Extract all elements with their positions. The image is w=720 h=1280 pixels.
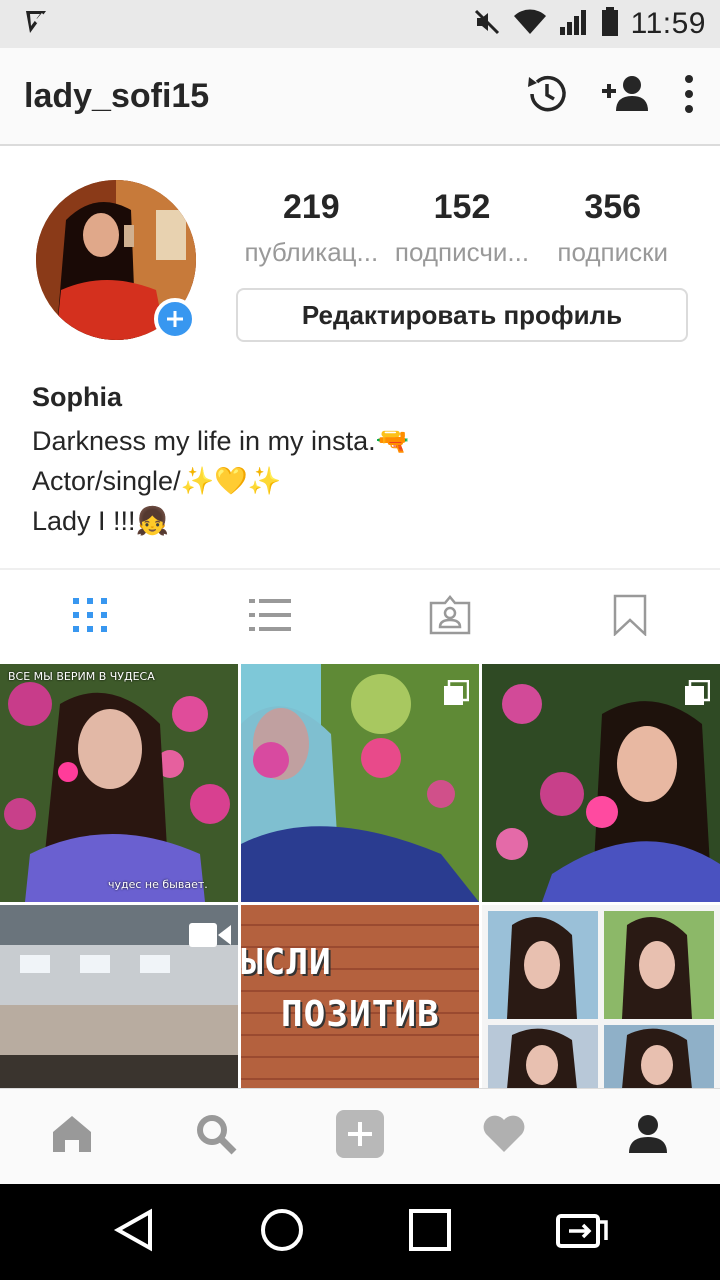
post-thumbnail[interactable]: ВСЕ МЫ ВЕРИМ В ЧУДЕСА чудес не бывает. bbox=[0, 664, 238, 902]
post-thumbnail[interactable] bbox=[482, 905, 720, 1088]
bio-line: Lady I !!!👧 bbox=[32, 506, 170, 536]
grid-icon bbox=[72, 597, 108, 638]
post-caption-overlay: ВСЕ МЫ ВЕРИМ В ЧУДЕСА bbox=[8, 670, 155, 683]
post-thumbnail[interactable] bbox=[0, 905, 238, 1088]
stat-value: 219 bbox=[282, 188, 340, 226]
nav-search[interactable] bbox=[144, 1113, 288, 1160]
post-thumbnail[interactable] bbox=[241, 664, 479, 902]
home-circle-icon[interactable] bbox=[259, 1207, 305, 1258]
stat-label: подписки bbox=[557, 237, 668, 267]
list-icon bbox=[249, 597, 291, 638]
profile-header: lady_sofi15 bbox=[0, 48, 720, 146]
recent-apps-icon[interactable] bbox=[408, 1208, 452, 1257]
nav-activity[interactable] bbox=[432, 1114, 576, 1159]
profile-view-tabs bbox=[0, 568, 720, 664]
post-thumbnail[interactable] bbox=[482, 664, 720, 902]
multiple-photos-icon bbox=[443, 679, 470, 706]
status-bar: 11:59 bbox=[0, 0, 720, 48]
nav-home[interactable] bbox=[0, 1114, 144, 1159]
wifi-icon bbox=[513, 8, 547, 41]
tab-grid[interactable] bbox=[0, 570, 180, 664]
bio-line: Darkness my life in my insta.🔫 bbox=[32, 426, 410, 456]
profile-username: lady_sofi15 bbox=[24, 76, 210, 115]
following-count[interactable]: 356 подписки bbox=[537, 188, 688, 268]
search-icon bbox=[195, 1113, 237, 1160]
home-icon bbox=[51, 1114, 93, 1159]
tab-saved[interactable] bbox=[540, 570, 720, 664]
profile-bio: Sophia Darkness my life in my insta.🔫 Ac… bbox=[32, 382, 692, 541]
app-notification-icon bbox=[22, 8, 50, 41]
mute-icon bbox=[473, 8, 501, 41]
profile-name: Sophia bbox=[32, 382, 123, 412]
system-navigation-bar bbox=[0, 1184, 720, 1280]
post-text-line: ЫСЛИ bbox=[241, 942, 332, 983]
tagged-photos-icon bbox=[429, 594, 471, 640]
tab-tagged[interactable] bbox=[360, 570, 540, 664]
bottom-navigation bbox=[0, 1088, 720, 1184]
stat-label: подписчи... bbox=[394, 237, 530, 267]
more-options-icon[interactable] bbox=[682, 71, 696, 122]
stat-value: 356 bbox=[584, 188, 642, 226]
battery-icon bbox=[601, 6, 619, 42]
followers-count[interactable]: 152 подписчи... bbox=[387, 188, 538, 268]
stat-label: публикац... bbox=[244, 237, 379, 267]
posts-grid: ВСЕ МЫ ВЕРИМ В ЧУДЕСА чудес не бывает. Ы… bbox=[0, 664, 720, 1088]
heart-icon bbox=[482, 1114, 526, 1159]
profile-section: 219 публикац... 152 подписчи... 356 подп… bbox=[0, 148, 720, 568]
video-icon bbox=[188, 921, 232, 947]
screen-switch-icon[interactable] bbox=[555, 1210, 609, 1255]
tab-list[interactable] bbox=[180, 570, 360, 664]
stat-value: 152 bbox=[433, 188, 491, 226]
edit-profile-button[interactable]: Редактировать профиль bbox=[236, 288, 688, 342]
posts-count[interactable]: 219 публикац... bbox=[236, 188, 387, 268]
bookmark-icon bbox=[613, 594, 647, 641]
signal-icon bbox=[559, 8, 589, 41]
post-thumbnail[interactable]: ЫСЛИ ПОЗИТИВ bbox=[241, 905, 479, 1088]
add-post-icon bbox=[336, 1110, 384, 1163]
archive-history-icon[interactable] bbox=[524, 71, 570, 122]
nav-new-post[interactable] bbox=[288, 1110, 432, 1163]
bio-line: Actor/single/✨💛✨ bbox=[32, 466, 282, 496]
post-text-overlay: ЫСЛИ ПОЗИТИВ bbox=[241, 937, 479, 1041]
back-icon[interactable] bbox=[112, 1208, 156, 1257]
post-caption-overlay: чудес не бывает. bbox=[108, 878, 208, 891]
profile-icon bbox=[627, 1113, 669, 1160]
add-story-button[interactable] bbox=[154, 298, 196, 340]
nav-profile[interactable] bbox=[576, 1113, 720, 1160]
status-clock: 11:59 bbox=[630, 7, 706, 40]
profile-stats: 219 публикац... 152 подписчи... 356 подп… bbox=[236, 188, 688, 268]
post-text-line: ПОЗИТИВ bbox=[281, 994, 440, 1035]
add-user-icon[interactable] bbox=[600, 71, 652, 122]
multiple-photos-icon bbox=[684, 679, 711, 706]
